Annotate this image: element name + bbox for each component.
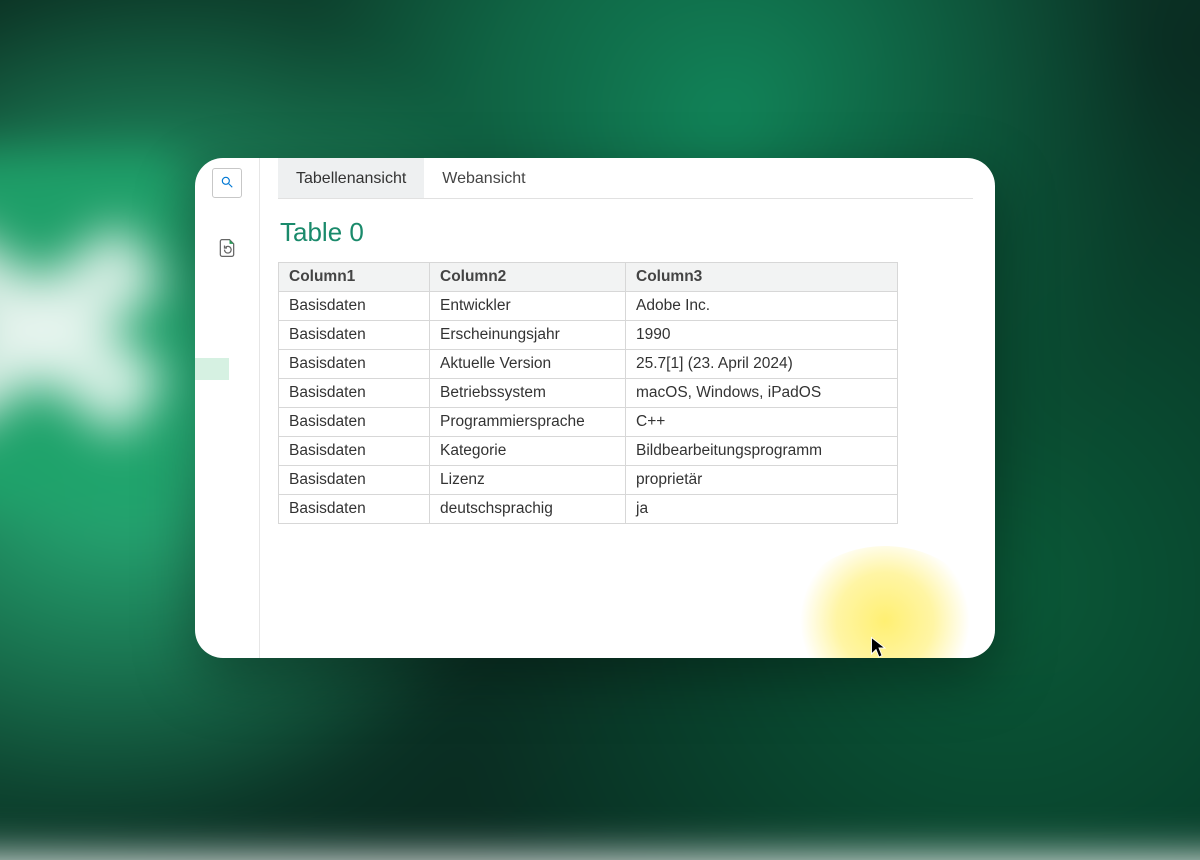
table-cell[interactable]: deutschsprachig	[430, 495, 626, 524]
table-row[interactable]: BasisdatenAktuelle Version25.7[1] (23. A…	[279, 350, 898, 379]
table-cell[interactable]: C++	[626, 408, 898, 437]
preview-table: Column1 Column2 Column3 BasisdatenEntwic…	[278, 262, 898, 524]
table-row[interactable]: BasisdatenEntwicklerAdobe Inc.	[279, 292, 898, 321]
table-cell[interactable]: ja	[626, 495, 898, 524]
table-cell[interactable]: Basisdaten	[279, 408, 430, 437]
table-cell[interactable]: Aktuelle Version	[430, 350, 626, 379]
table-cell[interactable]: 25.7[1] (23. April 2024)	[626, 350, 898, 379]
sidebar: ho.. n]	[195, 158, 260, 658]
table-cell[interactable]: Adobe Inc.	[626, 292, 898, 321]
table-cell[interactable]: Basisdaten	[279, 350, 430, 379]
table-row[interactable]: BasisdatenProgrammierspracheC++	[279, 408, 898, 437]
table-cell[interactable]: Kategorie	[430, 437, 626, 466]
tab-web-view[interactable]: Webansicht	[424, 158, 543, 198]
col-header-3[interactable]: Column3	[626, 263, 898, 292]
table-cell[interactable]: Betriebssystem	[430, 379, 626, 408]
table-cell[interactable]: Basisdaten	[279, 292, 430, 321]
table-cell[interactable]: Basisdaten	[279, 379, 430, 408]
view-tabs: Tabellenansicht Webansicht	[278, 158, 973, 199]
table-row[interactable]: BasisdatenBetriebssystemmacOS, Windows, …	[279, 379, 898, 408]
table-title: Table 0	[280, 217, 971, 248]
table-cell[interactable]: Erscheinungsjahr	[430, 321, 626, 350]
table-row[interactable]: BasisdatenLizenzproprietär	[279, 466, 898, 495]
sidebar-text-fragment: ho..	[195, 301, 223, 318]
sidebar-text-fragment-2: n]	[195, 414, 223, 431]
col-header-2[interactable]: Column2	[430, 263, 626, 292]
table-row[interactable]: BasisdatenKategorieBildbearbeitungsprogr…	[279, 437, 898, 466]
table-cell[interactable]: Bildbearbeitungsprogramm	[626, 437, 898, 466]
col-header-1[interactable]: Column1	[279, 263, 430, 292]
tab-table-view[interactable]: Tabellenansicht	[278, 158, 424, 198]
table-cell[interactable]: Programmiersprache	[430, 408, 626, 437]
table-cell[interactable]: Basisdaten	[279, 437, 430, 466]
refresh-icon[interactable]	[217, 238, 237, 261]
table-cell[interactable]: Entwickler	[430, 292, 626, 321]
table-header-row: Column1 Column2 Column3	[279, 263, 898, 292]
search-icon	[220, 175, 234, 192]
sidebar-selected-item[interactable]	[195, 358, 229, 380]
table-cell[interactable]: Basisdaten	[279, 466, 430, 495]
search-button[interactable]	[212, 168, 242, 198]
table-cell[interactable]: proprietär	[626, 466, 898, 495]
table-cell[interactable]: Lizenz	[430, 466, 626, 495]
main-panel: Tabellenansicht Webansicht Table 0 Colum…	[260, 158, 995, 658]
table-row[interactable]: BasisdatenErscheinungsjahr1990	[279, 321, 898, 350]
table-cell[interactable]: 1990	[626, 321, 898, 350]
table-cell[interactable]: macOS, Windows, iPadOS	[626, 379, 898, 408]
table-cell[interactable]: Basisdaten	[279, 495, 430, 524]
table-row[interactable]: Basisdatendeutschsprachigja	[279, 495, 898, 524]
table-cell[interactable]: Basisdaten	[279, 321, 430, 350]
navigator-dialog: ho.. n] Tabellenansicht Webansicht Table…	[195, 158, 995, 658]
